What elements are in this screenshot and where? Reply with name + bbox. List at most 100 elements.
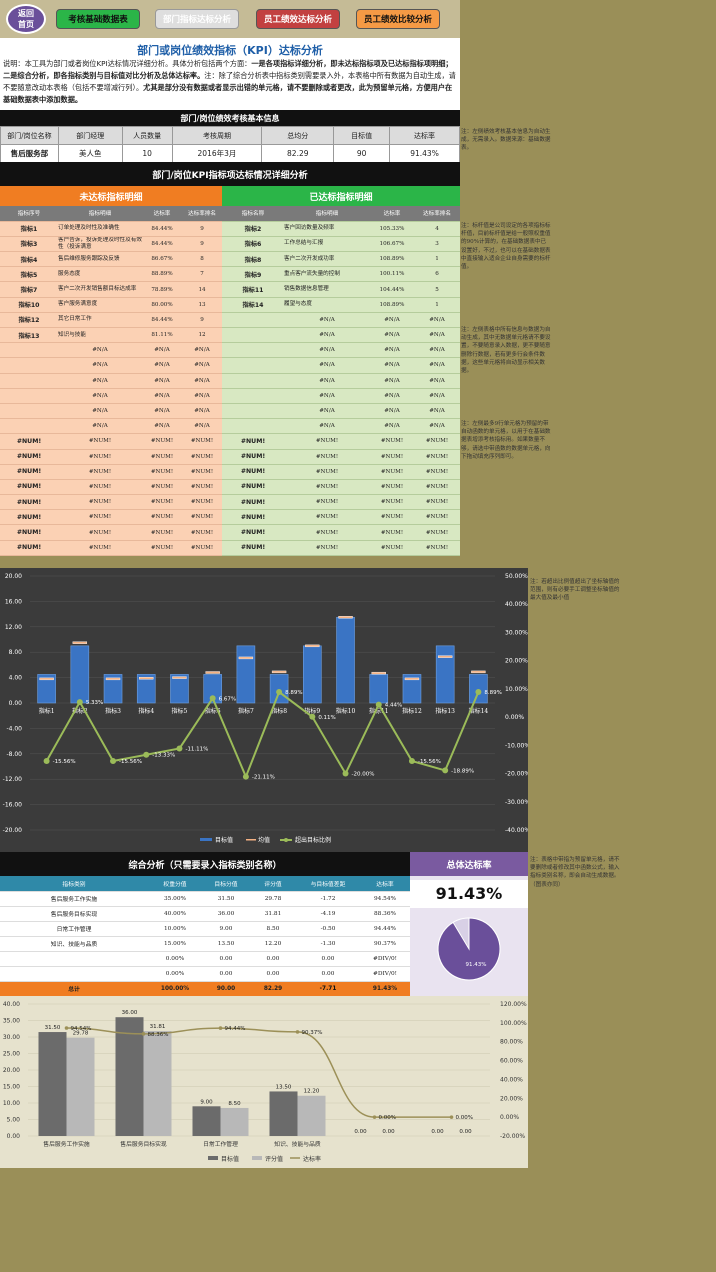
table-row: #N/A #N/A #N/A xyxy=(222,418,460,435)
table-row: #NUM! #NUM! #NUM! #NUM! xyxy=(222,494,460,511)
ratio-point xyxy=(110,758,117,765)
note-3: 注：左侧表格中所有信息与数据为自动生成，其中无数据单元格请不要设置，不要随意录入… xyxy=(461,327,551,375)
pie-label: 91.43% xyxy=(466,962,487,968)
table-row: #N/A #N/A #N/A xyxy=(0,388,222,404)
y2-tick-label: 40.00% xyxy=(505,601,528,608)
kpi-cell: 服务态度 xyxy=(58,266,142,283)
kpi-cell: #NUM! xyxy=(284,479,370,496)
kpi-cell: #NUM! xyxy=(284,540,370,556)
info-header: 总均分 xyxy=(261,126,335,145)
home-button[interactable]: 返回 首页 xyxy=(6,4,46,34)
achievement-pie: 91.43% xyxy=(437,917,501,981)
table-row: #NUM! #NUM! #NUM! #NUM! xyxy=(222,433,460,450)
kpi-cell: #NUM! xyxy=(182,433,222,450)
table-row: #N/A #N/A #N/A xyxy=(0,418,222,435)
table-row: #N/A #N/A #N/A xyxy=(222,312,460,329)
kpi-cell: #NUM! xyxy=(142,433,182,450)
table-row: 指标7 客户二次开发销售额目标达成率 78.89% 14 xyxy=(0,281,222,298)
kpi-cell xyxy=(222,312,284,329)
table-row: 指标5 服务态度 88.89% 7 xyxy=(0,266,222,283)
rate-label: 90.37% xyxy=(302,1030,323,1036)
kpi-cell: 7 xyxy=(182,266,222,283)
note-5: 注：若超出比例值超出了坐标轴值的范围，则有必要手工调整坐标轴值的最大值及最小值 xyxy=(530,579,620,602)
kpi-cell: #N/A xyxy=(182,357,222,374)
kpi-cell: #N/A xyxy=(58,403,142,420)
x-tick-label: 知识、技能与品质 xyxy=(274,1140,321,1148)
synth-cell: 知识、技能与品质 xyxy=(0,936,148,952)
kpi-section-title: 部门/岗位KPI指标项达标情况详细分析 xyxy=(0,162,460,186)
mean-marker xyxy=(105,677,121,681)
ratio-label: -15.56% xyxy=(119,759,142,765)
kpi-cell: #NUM! xyxy=(222,433,284,450)
table-row: 指标14 履望与态度 108.89% 1 xyxy=(222,297,460,313)
table-row: #NUM! #NUM! #NUM! #NUM! xyxy=(0,464,222,480)
kpi-cell: 108.89% xyxy=(370,251,414,268)
kpi-cell: 5 xyxy=(414,281,460,298)
x-tick-label: 指标7 xyxy=(238,707,254,715)
synth-cell: 10.00% xyxy=(148,921,202,937)
x-tick-label: 指标4 xyxy=(138,707,154,715)
synth-cell: 0.00 xyxy=(250,966,296,982)
y2-tick-label: 20.00% xyxy=(505,658,528,665)
staff-achievement-button[interactable]: 员工绩效达标分析 xyxy=(256,9,340,29)
rate-point xyxy=(449,1115,454,1119)
kpi-cell: 指标2 xyxy=(222,221,284,237)
kpi-cell: 指标10 xyxy=(0,297,58,313)
ratio-label: 8.89% xyxy=(285,690,302,696)
y2-tick-label: 0.00% xyxy=(505,714,524,721)
kpi-cell: 9 xyxy=(182,221,222,237)
synth-cell: 35.00% xyxy=(148,891,202,907)
met-table: 指标名称 指标明细 达标率 达标率排名 指标2 客户回访数量及频率 105.33% 4 指标6 工… xyxy=(222,206,460,556)
y-tick-label: 4.00 xyxy=(9,675,23,682)
kpi-cell: #N/A xyxy=(58,373,142,389)
kpi-header: 达标率 xyxy=(142,206,182,222)
table-row: 指标2 客户回访数量及频率 105.33% 4 xyxy=(222,221,460,237)
legend-score: 评分值 xyxy=(265,1155,283,1163)
kpi-cell: 12 xyxy=(182,327,222,344)
dept-analysis-button[interactable]: 部门指标达标分析 xyxy=(155,9,239,29)
target-bar xyxy=(336,616,355,704)
info-value: 售后服务部 xyxy=(0,144,59,163)
mean-marker xyxy=(437,655,453,658)
kpi-cell xyxy=(0,418,58,435)
synth-cell: 94.54% xyxy=(360,891,410,907)
score-label: 0.00 xyxy=(459,1129,472,1135)
kpi-cell: #NUM! xyxy=(370,464,414,480)
table-row: #NUM! #NUM! #NUM! #NUM! xyxy=(0,509,222,526)
kpi-cell: 84.44% xyxy=(142,312,182,329)
synth-total: 91.43% xyxy=(360,981,410,996)
kpi-cell: #N/A xyxy=(370,388,414,404)
ratio-point xyxy=(209,695,216,702)
kpi-cell: 指标12 xyxy=(0,312,58,329)
kpi-cell xyxy=(222,327,284,344)
synth-cell: 13.50 xyxy=(202,936,250,952)
y-tick-label: 30.00 xyxy=(3,1034,20,1041)
synth-cell: 0.00 xyxy=(202,951,250,967)
legend-mean: 均值 xyxy=(258,836,270,844)
y2-tick-label: 100.00% xyxy=(500,1020,527,1027)
y2-tick-label: 50.00% xyxy=(505,573,528,580)
kpi-cell: #NUM! xyxy=(142,509,182,526)
kpi-cell xyxy=(222,342,284,359)
kpi-cell: 指标5 xyxy=(0,266,58,283)
y-tick-label: 0.00 xyxy=(7,1133,21,1140)
kpi-cell: #N/A xyxy=(58,357,142,374)
table-row: 0.00% 0.00 0.00 0.00 #DIV/0! xyxy=(0,951,410,967)
ratio-label: -15.56% xyxy=(53,759,76,765)
ratio-label: 6.67% xyxy=(219,696,236,702)
base-data-button[interactable]: 考核基础数据表 xyxy=(56,9,140,29)
y2-tick-label: 30.00% xyxy=(505,629,528,636)
target-bar xyxy=(269,674,289,704)
kpi-cell: #N/A xyxy=(58,342,142,359)
kpi-cell: #NUM! xyxy=(370,524,414,541)
kpi-cell: 客户回访数量及频率 xyxy=(284,221,370,237)
synth-cell: 12.20 xyxy=(250,936,296,952)
table-row: 知识、技能与品质 15.00% 13.50 12.20 -1.30 90.37% xyxy=(0,936,410,952)
kpi-cell: #N/A xyxy=(58,388,142,404)
kpi-cell: 客户二次开发成功率 xyxy=(284,251,370,268)
legend-target: 目标值 xyxy=(221,1155,239,1163)
kpi-cell xyxy=(222,388,284,404)
kpi-cell: #N/A xyxy=(414,357,460,374)
table-row: 指标1 订单处理及时性及准确性 84.44% 9 xyxy=(0,221,222,237)
staff-compare-button[interactable]: 员工绩效比较分析 xyxy=(356,9,440,29)
